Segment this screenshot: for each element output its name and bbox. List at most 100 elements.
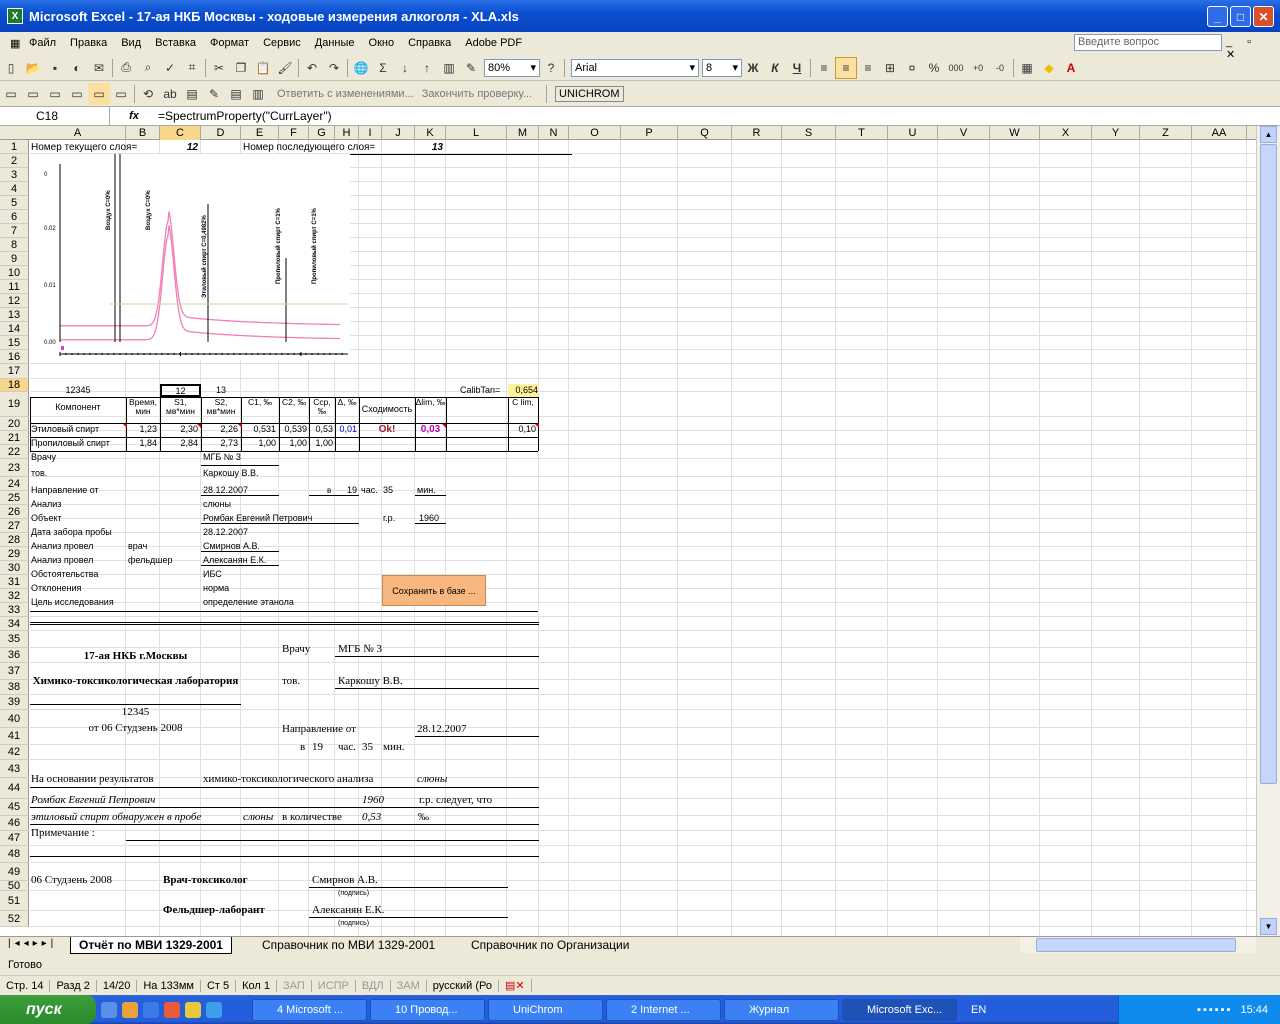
tray-icons[interactable]: ▪▪▪▪▪▪ bbox=[1197, 1004, 1232, 1016]
hyperlink-icon[interactable]: 🌐 bbox=[350, 57, 372, 79]
propanol-c1[interactable]: 1,00 bbox=[241, 438, 276, 449]
vertical-scroll-thumb[interactable] bbox=[1260, 144, 1277, 784]
row-header[interactable]: 22 bbox=[0, 445, 29, 459]
column-header[interactable]: E bbox=[241, 126, 279, 140]
menu-data[interactable]: Данные bbox=[308, 37, 362, 49]
autosum-button[interactable]: Σ bbox=[372, 57, 394, 79]
row-header[interactable]: 19 bbox=[0, 392, 29, 417]
save-to-database-button[interactable]: Сохранить в базе ... bbox=[382, 575, 486, 606]
row-header[interactable]: 5 bbox=[0, 196, 29, 210]
info-minute[interactable]: 35 bbox=[383, 485, 393, 496]
ethanol-delta[interactable]: 0,01 bbox=[335, 424, 357, 435]
sort-desc-icon[interactable]: ↑ bbox=[416, 57, 438, 79]
active-cell-c18[interactable]: 12 bbox=[160, 384, 201, 397]
row-header[interactable]: 46 bbox=[0, 816, 29, 831]
row-header[interactable]: 15 bbox=[0, 336, 29, 350]
loop-icon[interactable]: ⟲ bbox=[137, 83, 159, 105]
column-header[interactable]: I bbox=[359, 126, 382, 140]
paste-icon[interactable]: 📋 bbox=[252, 57, 274, 79]
info-circumstances[interactable]: ИБС bbox=[203, 569, 222, 580]
column-header[interactable]: T bbox=[836, 126, 888, 140]
menu-help[interactable]: Справка bbox=[401, 37, 458, 49]
column-header[interactable]: X bbox=[1040, 126, 1092, 140]
row-header[interactable]: 35 bbox=[0, 631, 29, 648]
propanol-c2[interactable]: 1,00 bbox=[279, 438, 307, 449]
tab-reference-org[interactable]: Справочник по Организации bbox=[463, 937, 637, 954]
row-header[interactable]: 47 bbox=[0, 831, 29, 846]
comment-icon[interactable]: ✎ bbox=[203, 83, 225, 105]
folder-up-icon[interactable]: ▭ bbox=[44, 83, 66, 105]
new-icon[interactable]: ▯ bbox=[0, 57, 22, 79]
column-header[interactable]: M bbox=[507, 126, 539, 140]
name-box[interactable]: C18 bbox=[0, 107, 110, 125]
quicklaunch-firefox-icon[interactable] bbox=[122, 1001, 138, 1018]
row-header[interactable]: 33 bbox=[0, 603, 29, 617]
menu-adobe-pdf[interactable]: Adobe PDF bbox=[458, 37, 529, 49]
font-color-icon[interactable]: A bbox=[1060, 57, 1082, 79]
info-deviations[interactable]: норма bbox=[203, 583, 229, 594]
row-header[interactable]: 41 bbox=[0, 728, 29, 745]
currency-icon[interactable]: ¤ bbox=[901, 57, 923, 79]
merge-center-icon[interactable]: ⊞ bbox=[879, 57, 901, 79]
maximize-button[interactable]: □ bbox=[1230, 6, 1251, 27]
column-header[interactable]: G bbox=[309, 126, 335, 140]
quicklaunch-ie-icon[interactable] bbox=[143, 1001, 159, 1018]
ethanol-clim[interactable]: 0,10 bbox=[508, 424, 536, 435]
calib-value[interactable]: 0,654 bbox=[508, 384, 538, 397]
font-select[interactable]: Arial ▾ bbox=[571, 58, 699, 77]
info-analysis[interactable]: слюны bbox=[203, 499, 231, 510]
worksheet-grid[interactable]: A B C D E F G H I J K L M N O P Q R S T U V W X Y Z AA 1 2 3 4 5 6 7 8 9 10… bbox=[0, 126, 1256, 936]
help-icon[interactable]: ? bbox=[540, 57, 562, 79]
row-header[interactable]: 45 bbox=[0, 799, 29, 816]
column-header[interactable]: L bbox=[446, 126, 507, 140]
column-header[interactable]: H bbox=[335, 126, 359, 140]
task-excel[interactable]: Microsoft Exc... bbox=[842, 998, 957, 1021]
horizontal-scroll-thumb[interactable] bbox=[1036, 938, 1236, 952]
row-header[interactable]: 37 bbox=[0, 663, 29, 680]
status-ext[interactable]: ВДЛ bbox=[356, 979, 391, 992]
info-sampling-date[interactable]: 28.12.2007 bbox=[203, 527, 248, 538]
column-header[interactable]: K bbox=[415, 126, 446, 140]
menu-file[interactable]: Файл bbox=[22, 37, 63, 49]
menu-view[interactable]: Вид bbox=[114, 37, 148, 49]
column-header[interactable]: R bbox=[732, 126, 782, 140]
quicklaunch-app3-icon[interactable] bbox=[206, 1001, 222, 1018]
cut-icon[interactable]: ✂ bbox=[208, 57, 230, 79]
row-header[interactable]: 31 bbox=[0, 575, 29, 589]
open-icon[interactable]: 📂 bbox=[22, 57, 44, 79]
print-icon[interactable]: ⎙ bbox=[115, 57, 137, 79]
zoom-select[interactable]: 80% ▾ bbox=[484, 58, 540, 77]
row-header[interactable]: 13 bbox=[0, 308, 29, 322]
row-header[interactable]: 4 bbox=[0, 182, 29, 196]
propanol-s2[interactable]: 2,73 bbox=[201, 438, 238, 449]
font-size-select[interactable]: 8 ▾ bbox=[702, 58, 742, 77]
copy-icon[interactable]: ❐ bbox=[230, 57, 252, 79]
next-layer-value[interactable]: 13 bbox=[415, 142, 443, 153]
folder-open-icon[interactable]: ▭ bbox=[22, 83, 44, 105]
folder-icon[interactable]: ▭ bbox=[0, 83, 22, 105]
row-header[interactable]: 48 bbox=[0, 846, 29, 863]
row-header[interactable]: 34 bbox=[0, 617, 29, 631]
align-right-icon[interactable]: ≡ bbox=[857, 57, 879, 79]
row-header[interactable]: 32 bbox=[0, 589, 29, 603]
column-header[interactable]: P bbox=[621, 126, 678, 140]
ab-icon[interactable]: ab bbox=[159, 83, 181, 105]
row-header[interactable]: 2 bbox=[0, 154, 29, 168]
formula-input[interactable]: =SpectrumProperty("CurrLayer") bbox=[158, 109, 332, 123]
row-header[interactable]: 8 bbox=[0, 238, 29, 252]
row-header[interactable]: 6 bbox=[0, 210, 29, 224]
email-icon[interactable]: ✉ bbox=[88, 57, 110, 79]
disabled-icon[interactable]: ▭ bbox=[110, 83, 132, 105]
chromatogram-chart[interactable]: 00.020.010.000.00.51.01.52.0Воздух С=0%В… bbox=[30, 154, 350, 360]
fill-color-icon[interactable]: ◆ bbox=[1038, 57, 1060, 79]
row-header[interactable]: 12 bbox=[0, 294, 29, 308]
vertical-scrollbar[interactable]: ▲ ▼ bbox=[1256, 126, 1280, 936]
row-header[interactable]: 40 bbox=[0, 710, 29, 728]
column-header[interactable]: D bbox=[201, 126, 241, 140]
spelling-icon[interactable]: ✓ bbox=[159, 57, 181, 79]
status-trk[interactable]: ИСПР bbox=[312, 979, 356, 992]
menu-insert[interactable]: Вставка bbox=[148, 37, 203, 49]
row-header[interactable]: 36 bbox=[0, 648, 29, 663]
row-header[interactable]: 14 bbox=[0, 322, 29, 336]
minimize-button[interactable]: _ bbox=[1207, 6, 1228, 27]
